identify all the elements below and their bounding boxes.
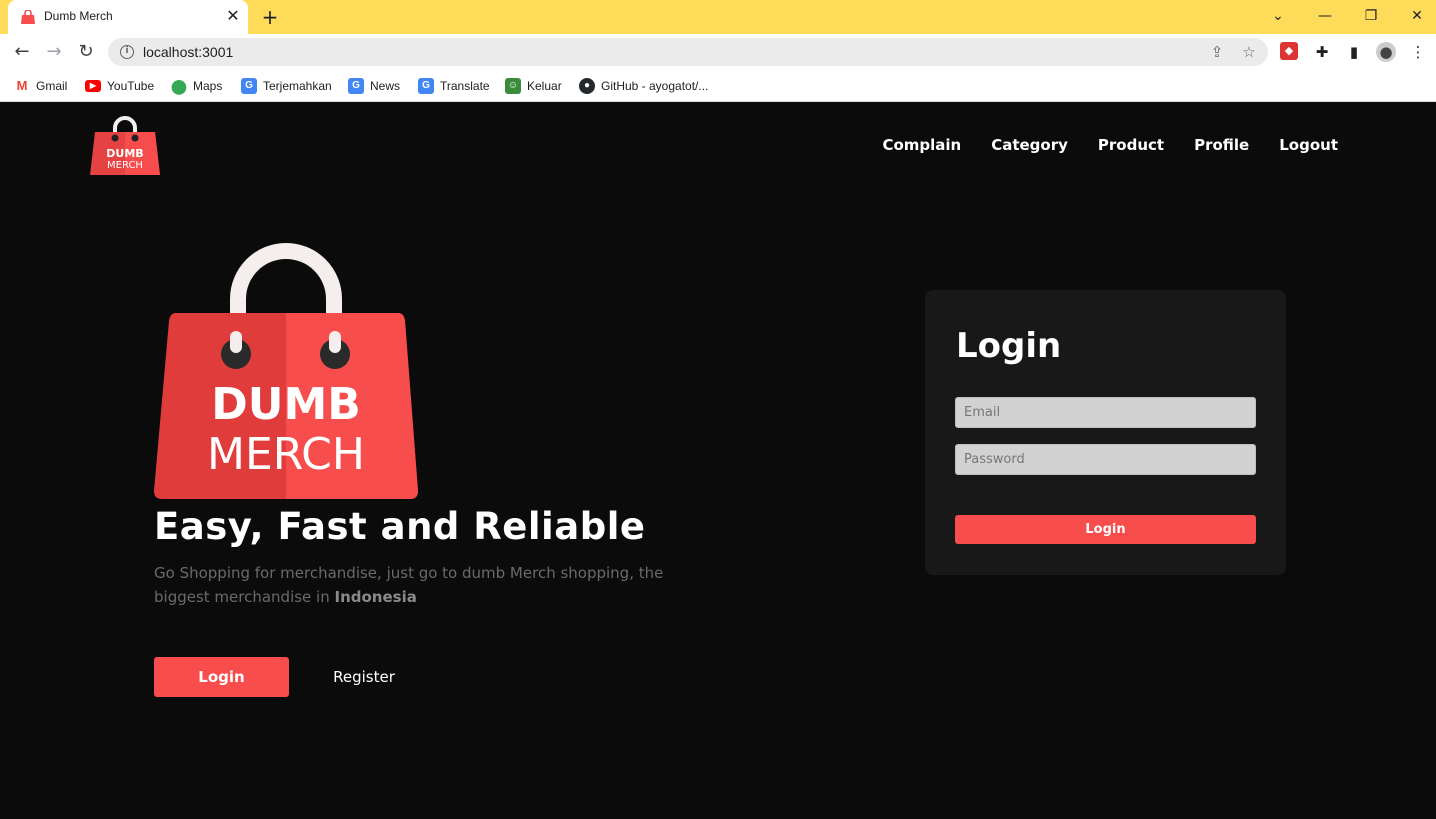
tab-close-icon[interactable]: ✕ xyxy=(224,7,242,25)
extensions-puzzle-icon[interactable]: ✚ xyxy=(1312,42,1332,62)
login-submit-button[interactable]: Login xyxy=(955,515,1256,544)
page-content: DUMB MERCH Complain Category Product Pro… xyxy=(0,103,1436,819)
login-card: Login Login xyxy=(925,290,1286,575)
close-window-icon[interactable]: ✕ xyxy=(1404,5,1430,27)
menu-kebab-icon[interactable]: ⋮ xyxy=(1408,42,1428,62)
hero-register-button[interactable]: Register xyxy=(300,657,428,697)
extension-icon[interactable]: ◆ xyxy=(1280,42,1298,60)
back-icon[interactable]: ← xyxy=(11,41,33,63)
nav-logout[interactable]: Logout xyxy=(1279,136,1338,154)
address-url: localhost:3001 xyxy=(143,44,234,60)
navbar-logo-line1: DUMB xyxy=(106,147,143,160)
news-icon: G xyxy=(348,78,364,94)
translate-icon: G xyxy=(241,78,257,94)
tab-search-icon[interactable]: ⌄ xyxy=(1265,5,1291,27)
keluar-icon: ☺ xyxy=(505,78,521,94)
hero-logo: DUMB MERCH xyxy=(154,243,418,499)
tab-title: Dumb Merch xyxy=(44,9,113,23)
password-field[interactable] xyxy=(955,444,1256,475)
new-tab-icon[interactable]: + xyxy=(259,6,281,28)
hero-logo-line1: DUMB xyxy=(211,379,361,430)
nav-product[interactable]: Product xyxy=(1098,136,1164,154)
bookmark-terjemahkan[interactable]: G Terjemahkan xyxy=(241,76,332,96)
bookmarks-bar: M Gmail ▶ YouTube ⬤ Maps G Terjemahkan G… xyxy=(0,70,1436,102)
bookmark-translate[interactable]: G Translate xyxy=(418,76,490,96)
navbar-links: Complain Category Product Profile Logout xyxy=(882,136,1338,154)
bookmark-youtube[interactable]: ▶ YouTube xyxy=(85,76,154,96)
email-field[interactable] xyxy=(955,397,1256,428)
bookmark-gmail[interactable]: M Gmail xyxy=(14,76,67,96)
bookmark-github[interactable]: ● GitHub - ayogatot/... xyxy=(579,76,708,96)
restore-icon[interactable]: ❐ xyxy=(1358,5,1384,27)
bookmark-label: Gmail xyxy=(36,79,68,93)
github-icon: ● xyxy=(579,78,595,94)
youtube-icon: ▶ xyxy=(85,80,101,92)
navbar-logo-line2: MERCH xyxy=(107,160,143,171)
address-bar[interactable]: i localhost:3001 ⇪ ☆ xyxy=(108,38,1268,66)
maps-icon: ⬤ xyxy=(171,78,187,94)
reload-icon[interactable]: ↻ xyxy=(75,41,97,63)
hero-title: Easy, Fast and Reliable xyxy=(154,505,646,548)
login-title: Login xyxy=(956,326,1062,366)
hero-logo-line2: MERCH xyxy=(207,429,365,480)
dumb-merch-favicon-icon xyxy=(21,10,35,24)
bookmark-label: YouTube xyxy=(107,79,155,93)
browser-tab-strip: Dumb Merch ✕ + ⌄ — ❐ ✕ xyxy=(0,0,1436,34)
share-icon[interactable]: ⇪ xyxy=(1208,43,1226,61)
bookmark-maps[interactable]: ⬤ Maps xyxy=(171,76,222,96)
side-panel-icon[interactable]: ▮ xyxy=(1344,42,1364,62)
browser-tab[interactable]: Dumb Merch ✕ xyxy=(8,0,248,34)
minimize-icon[interactable]: — xyxy=(1312,5,1338,27)
hero-description-bold: Indonesia xyxy=(334,588,417,606)
translate-icon: G xyxy=(418,78,434,94)
profile-avatar-icon[interactable]: ● xyxy=(1376,42,1396,62)
site-info-icon[interactable]: i xyxy=(120,45,134,59)
hero-description: Go Shopping for merchandise, just go to … xyxy=(154,561,694,609)
bookmark-label: Maps xyxy=(193,79,223,93)
bookmark-label: GitHub - ayogatot/... xyxy=(601,79,709,93)
nav-profile[interactable]: Profile xyxy=(1194,136,1249,154)
bookmark-label: Keluar xyxy=(527,79,562,93)
navbar-logo[interactable]: DUMB MERCH xyxy=(89,116,161,176)
bookmark-label: Terjemahkan xyxy=(263,79,332,93)
browser-toolbar: ← → ↻ i localhost:3001 ⇪ ☆ ◆ ✚ ▮ ● ⋮ xyxy=(0,34,1436,70)
nav-category[interactable]: Category xyxy=(991,136,1068,154)
bookmark-label: News xyxy=(370,79,401,93)
hero-login-button[interactable]: Login xyxy=(154,657,289,697)
nav-complain[interactable]: Complain xyxy=(882,136,961,154)
forward-icon[interactable]: → xyxy=(43,41,65,63)
bookmark-label: Translate xyxy=(440,79,490,93)
bookmark-news[interactable]: G News xyxy=(348,76,400,96)
bookmark-star-icon[interactable]: ☆ xyxy=(1240,43,1258,61)
bookmark-keluar[interactable]: ☺ Keluar xyxy=(505,76,562,96)
gmail-icon: M xyxy=(14,78,30,94)
